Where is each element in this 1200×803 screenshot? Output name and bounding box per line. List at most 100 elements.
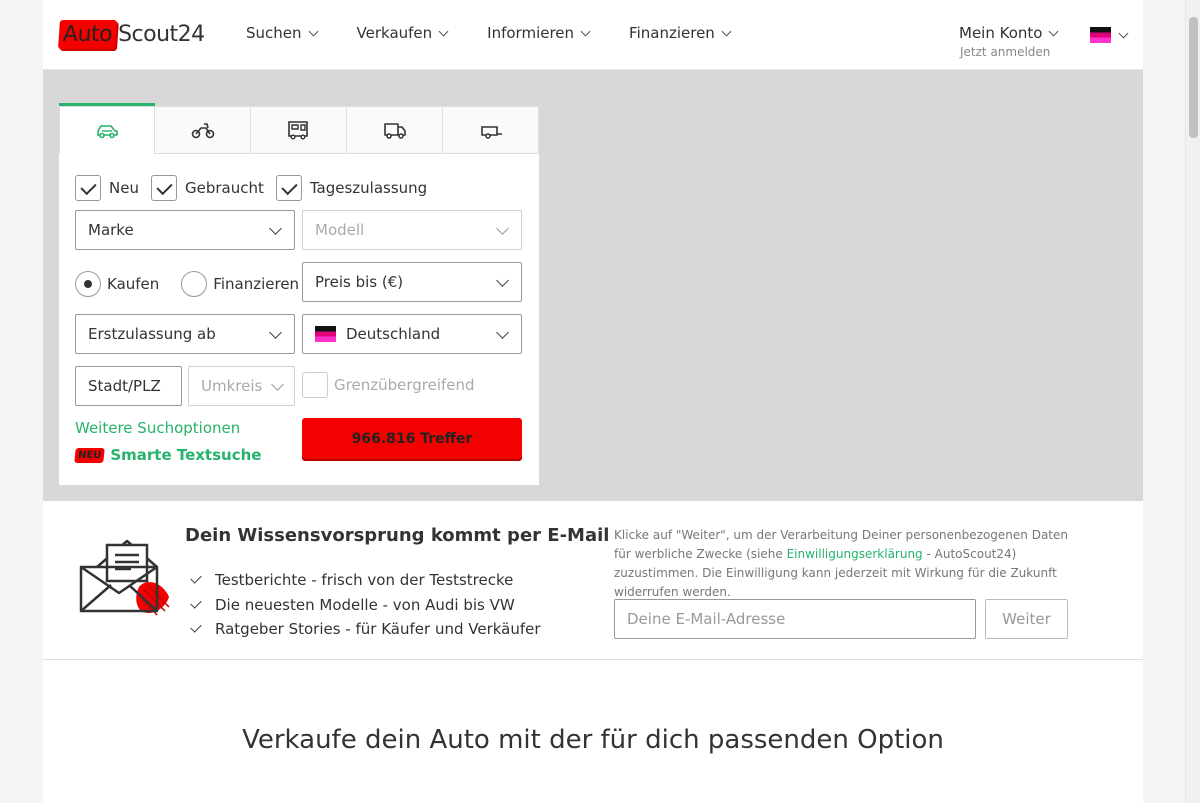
condition-checkboxes: Neu Gebraucht Tageszulassung bbox=[75, 175, 439, 201]
chevron-down-icon bbox=[721, 26, 732, 36]
account-title-label: Mein Konto bbox=[959, 24, 1043, 42]
newsletter-section: Dein Wissensvorsprung kommt per E-Mail T… bbox=[43, 501, 1143, 660]
price-select[interactable]: Preis bis (€) bbox=[302, 262, 522, 302]
consent-link[interactable]: Einwilligungserklärung bbox=[787, 547, 923, 561]
main-nav: Suchen Verkaufen Informieren Finanzieren bbox=[246, 24, 770, 42]
benefit-text: Ratgeber Stories - für Käufer und Verkäu… bbox=[215, 620, 541, 639]
checkbox-box[interactable] bbox=[150, 175, 177, 201]
chevron-down-icon bbox=[271, 378, 284, 391]
account-menu[interactable]: Mein Konto Jetzt anmelden bbox=[959, 24, 1059, 59]
checkbox-gebraucht[interactable]: Gebraucht bbox=[150, 175, 264, 201]
city-input[interactable]: Stadt/PLZ bbox=[75, 366, 182, 406]
radio-finanzieren[interactable]: Finanzieren bbox=[181, 271, 299, 297]
chevron-down-icon bbox=[438, 26, 449, 36]
radio-kaufen-label: Kaufen bbox=[107, 275, 160, 293]
list-item: Testberichte - frisch von der Teststreck… bbox=[190, 568, 541, 593]
tab-car[interactable] bbox=[59, 103, 155, 154]
purchase-type-radios: Kaufen Finanzieren bbox=[75, 271, 321, 297]
chevron-down-icon bbox=[308, 26, 318, 36]
chevron-down-icon bbox=[269, 326, 282, 339]
newsletter-title: Dein Wissensvorsprung kommt per E-Mail bbox=[185, 525, 610, 546]
new-badge: NEU bbox=[74, 447, 106, 463]
nav-suchen[interactable]: Suchen bbox=[246, 24, 318, 42]
chevron-down-icon bbox=[1118, 28, 1129, 38]
account-login-hint[interactable]: Jetzt anmelden bbox=[960, 45, 1057, 59]
checkmark-icon bbox=[190, 621, 202, 633]
smart-text-search-link[interactable]: NEU Smarte Textsuche bbox=[74, 446, 262, 464]
model-select[interactable]: Modell bbox=[302, 210, 522, 250]
registration-select[interactable]: Erstzulassung ab bbox=[75, 314, 295, 354]
city-input-placeholder: Stadt/PLZ bbox=[88, 377, 161, 395]
list-item: Die neuesten Modelle - von Audi bis VW bbox=[190, 593, 541, 618]
flag-icon bbox=[315, 326, 336, 342]
checkbox-box[interactable] bbox=[75, 175, 101, 201]
radius-select[interactable]: Umkreis bbox=[188, 366, 295, 406]
page: Auto Scout24 Suchen Verkaufen Informiere… bbox=[43, 0, 1143, 803]
tab-motorbike[interactable] bbox=[155, 106, 251, 154]
registration-select-value: Erstzulassung ab bbox=[88, 325, 216, 343]
make-select-value: Marke bbox=[88, 221, 134, 239]
tab-trailer[interactable] bbox=[443, 106, 539, 154]
chevron-down-icon bbox=[496, 326, 509, 339]
chevron-down-icon bbox=[496, 274, 509, 287]
country-select-value: Deutschland bbox=[346, 325, 441, 343]
radio-finanzieren-label: Finanzieren bbox=[213, 275, 300, 293]
flag-icon bbox=[1090, 27, 1111, 43]
newsletter-envelope-icon bbox=[79, 539, 170, 616]
chevron-down-icon bbox=[496, 222, 509, 235]
price-select-value: Preis bis (€) bbox=[315, 273, 404, 291]
nav-verkaufen[interactable]: Verkaufen bbox=[356, 24, 449, 42]
consent-note: Klicke auf "Weiter", um der Verarbeitung… bbox=[614, 526, 1074, 602]
nav-informieren[interactable]: Informieren bbox=[487, 24, 591, 42]
nav-finanzieren-label: Finanzieren bbox=[629, 24, 715, 42]
search-box: Neu Gebraucht Tageszulassung Marke Model… bbox=[59, 103, 539, 485]
more-search-options-link[interactable]: Weitere Suchoptionen bbox=[75, 419, 240, 437]
nav-finanzieren[interactable]: Finanzieren bbox=[629, 24, 732, 42]
autoscout24-logo[interactable]: Auto Scout24 bbox=[57, 16, 205, 52]
motorbike-icon bbox=[191, 123, 214, 139]
camper-icon bbox=[287, 121, 308, 140]
email-field[interactable]: Deine E-Mail-Adresse bbox=[614, 599, 976, 639]
checkbox-tageszulassung[interactable]: Tageszulassung bbox=[275, 175, 428, 201]
newsletter-submit-button[interactable]: Weiter bbox=[985, 599, 1068, 639]
newsletter-benefits: Testberichte - frisch von der Teststreck… bbox=[190, 568, 541, 642]
make-select[interactable]: Marke bbox=[75, 210, 295, 250]
scrollbar-thumb[interactable] bbox=[1189, 17, 1198, 138]
car-icon bbox=[97, 124, 118, 138]
benefit-text: Testberichte - frisch von der Teststreck… bbox=[215, 571, 514, 590]
checkbox-tageszulassung-label: Tageszulassung bbox=[309, 179, 428, 197]
vehicle-tabs bbox=[59, 103, 539, 154]
country-select[interactable]: Deutschland bbox=[302, 314, 522, 354]
checkmark-icon bbox=[190, 572, 202, 584]
nav-informieren-label: Informieren bbox=[487, 24, 575, 42]
checkbox-neu-label: Neu bbox=[109, 179, 139, 197]
hero: Neu Gebraucht Tageszulassung Marke Model… bbox=[43, 70, 1143, 501]
trailer-icon bbox=[480, 126, 502, 139]
checkmark-icon bbox=[190, 597, 202, 609]
radio-circle[interactable] bbox=[75, 271, 101, 297]
van-icon bbox=[383, 123, 406, 139]
tab-camper[interactable] bbox=[251, 106, 347, 154]
logo-auto-text: Auto bbox=[57, 19, 118, 49]
nav-verkaufen-label: Verkaufen bbox=[356, 24, 433, 42]
sell-section-title: Verkaufe dein Auto mit der für dich pass… bbox=[242, 725, 944, 755]
checkbox-box[interactable] bbox=[302, 372, 328, 398]
chevron-down-icon bbox=[269, 222, 282, 235]
model-select-value: Modell bbox=[315, 221, 365, 239]
smart-text-search-label: Smarte Textsuche bbox=[110, 446, 262, 464]
checkbox-neu[interactable]: Neu bbox=[75, 175, 139, 201]
language-selector[interactable] bbox=[1090, 27, 1129, 43]
cross-border-checkbox[interactable]: Grenzübergreifend bbox=[302, 372, 475, 398]
list-item: Ratgeber Stories - für Käufer und Verkäu… bbox=[190, 617, 541, 642]
cross-border-label: Grenzübergreifend bbox=[334, 376, 475, 394]
radio-kaufen[interactable]: Kaufen bbox=[75, 271, 159, 297]
checkbox-box[interactable] bbox=[275, 175, 302, 201]
show-results-button[interactable]: 966.816 Treffer bbox=[302, 418, 522, 459]
account-title: Mein Konto bbox=[959, 24, 1059, 42]
radio-circle[interactable] bbox=[181, 271, 208, 297]
header: Auto Scout24 Suchen Verkaufen Informiere… bbox=[43, 0, 1143, 70]
tab-van[interactable] bbox=[347, 106, 443, 154]
radius-select-value: Umkreis bbox=[201, 377, 263, 395]
scrollbar[interactable] bbox=[1185, 0, 1200, 803]
nav-suchen-label: Suchen bbox=[246, 24, 302, 42]
